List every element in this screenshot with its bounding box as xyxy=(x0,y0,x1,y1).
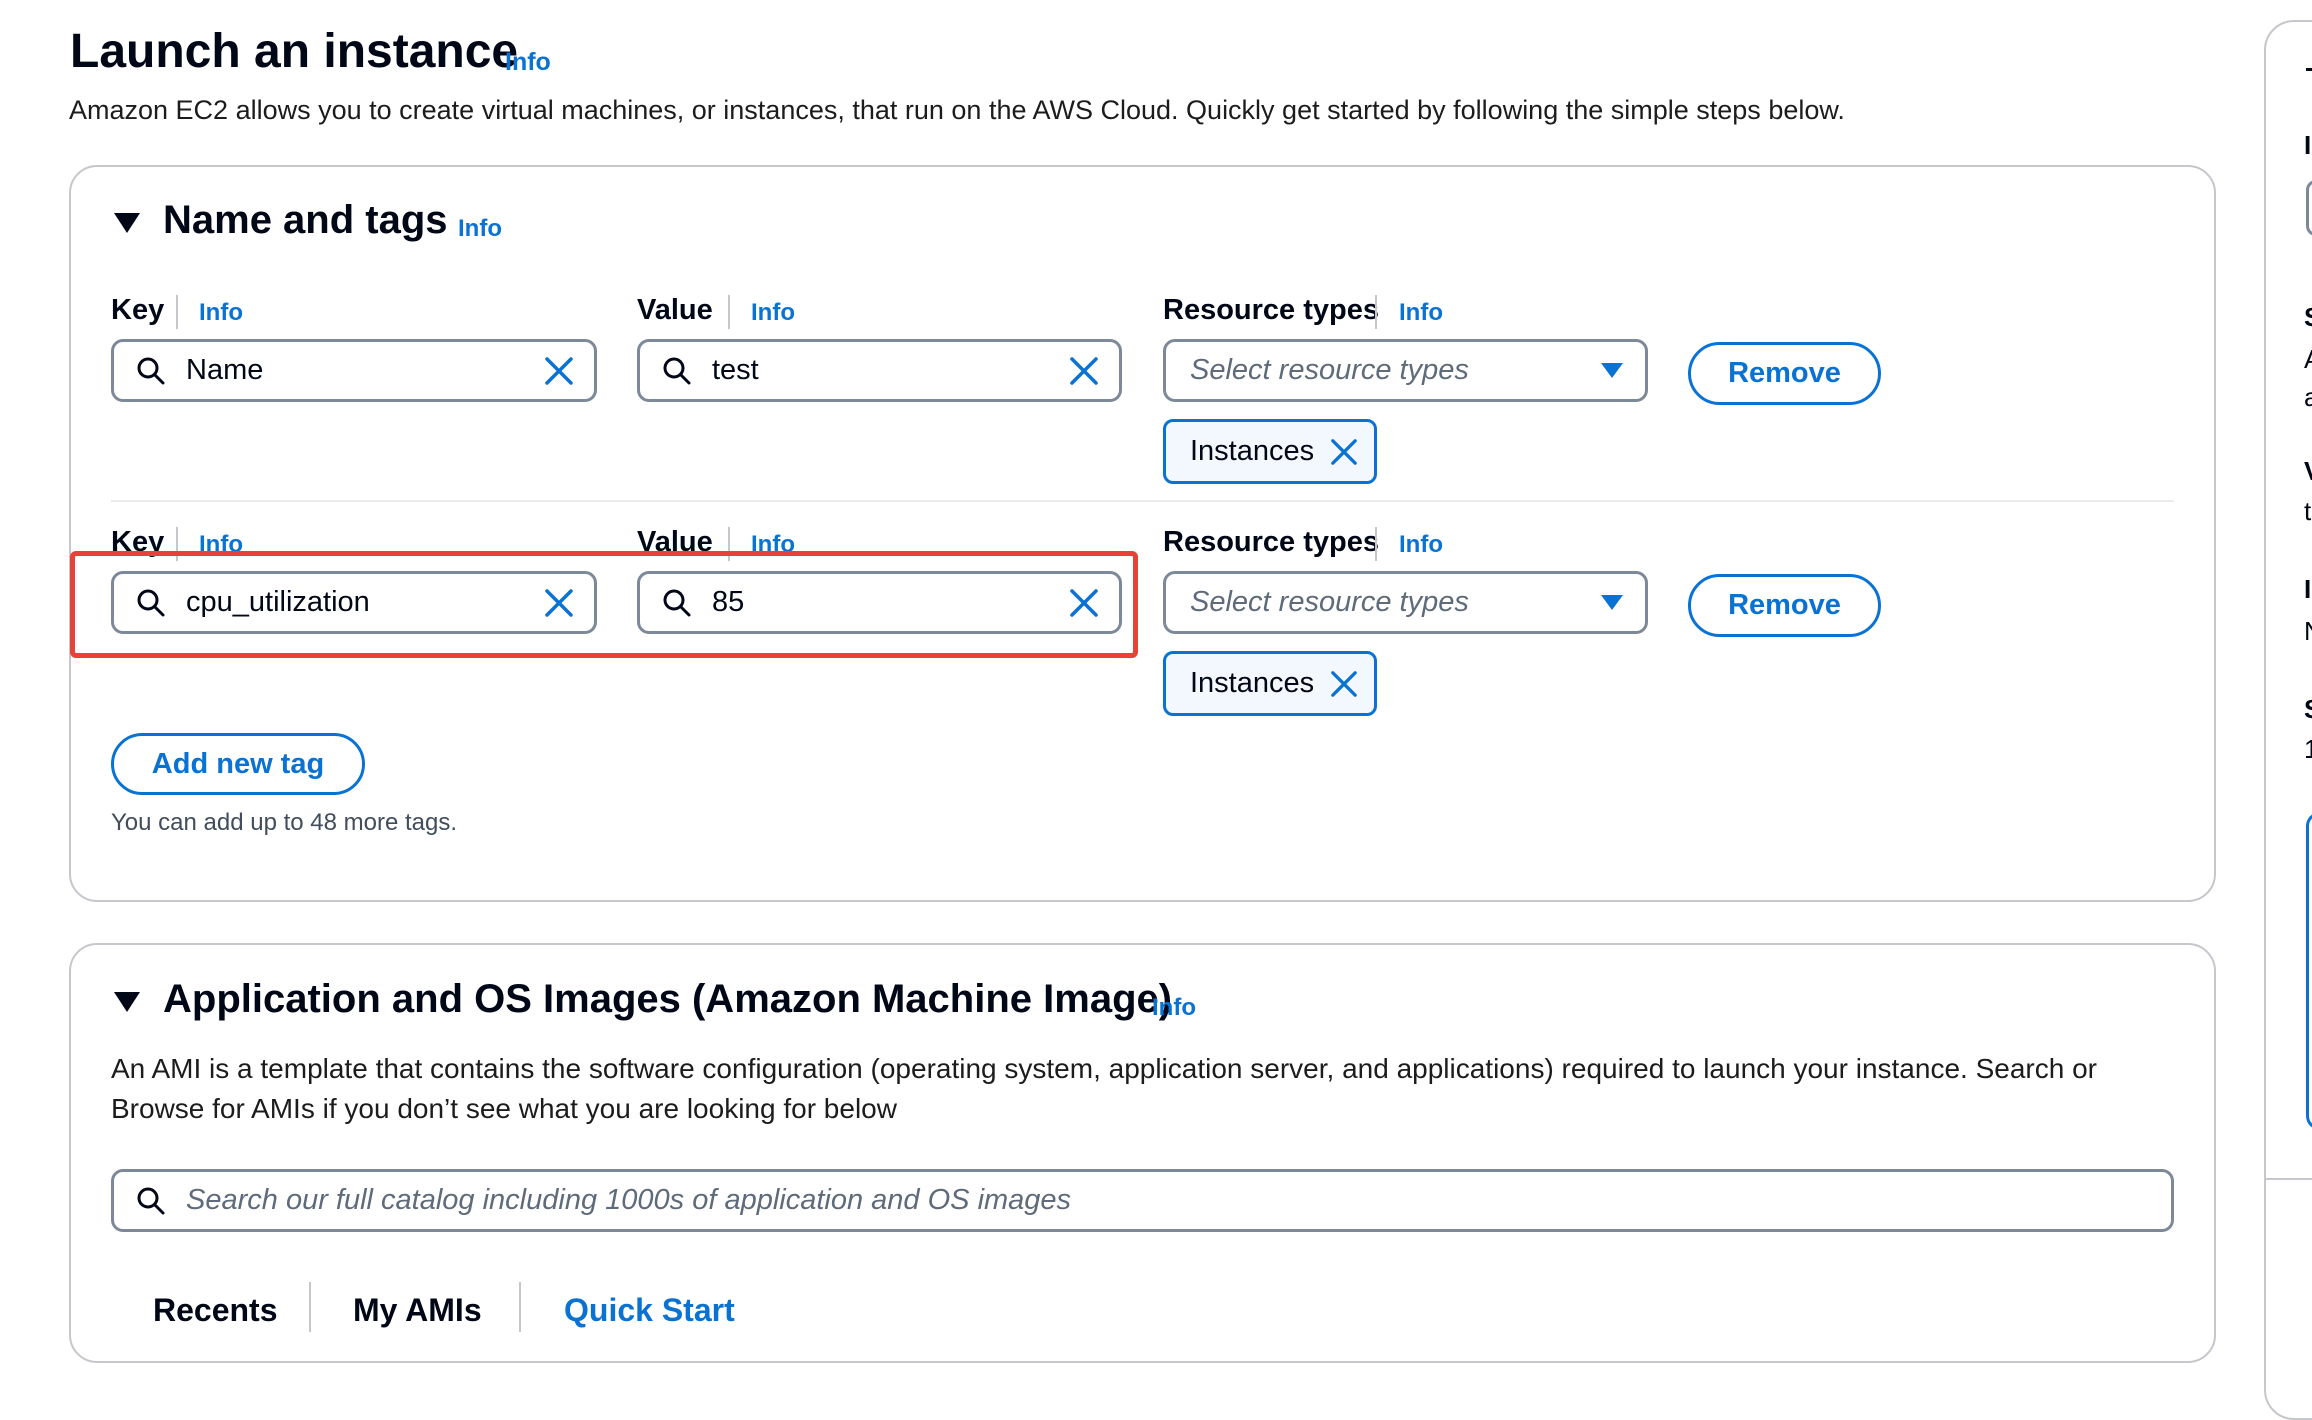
resource-token-label: Instances xyxy=(1190,435,1315,467)
side-panel-field[interactable] xyxy=(2306,180,2312,236)
side-panel-card xyxy=(2306,812,2312,1130)
name-and-tags-info-link[interactable]: Info xyxy=(458,215,502,243)
tag-value-value: test xyxy=(712,354,759,386)
search-icon xyxy=(136,356,166,386)
search-icon xyxy=(662,356,692,386)
label-divider xyxy=(176,295,178,329)
dismiss-icon[interactable] xyxy=(1330,670,1358,698)
dropdown-caret-icon xyxy=(1599,593,1625,613)
label-divider xyxy=(1375,527,1377,561)
value-info-link[interactable]: Info xyxy=(751,299,795,327)
side-panel-text: I xyxy=(2304,130,2312,160)
tab-recents[interactable]: Recents xyxy=(153,1292,278,1329)
key-info-link[interactable]: Info xyxy=(199,299,243,327)
dismiss-icon[interactable] xyxy=(1330,438,1358,466)
resource-types-placeholder: Select resource types xyxy=(1190,586,1469,618)
resource-types-info-link[interactable]: Info xyxy=(1399,531,1443,559)
page-description: Amazon EC2 allows you to create virtual … xyxy=(69,95,1845,125)
ami-search-input[interactable]: Search our full catalog including 1000s … xyxy=(111,1169,2174,1232)
side-panel-link[interactable]: V xyxy=(2304,456,2312,487)
clear-icon[interactable] xyxy=(544,356,574,386)
side-panel-link[interactable]: I xyxy=(2304,574,2311,605)
side-panel-text: A xyxy=(2304,344,2312,375)
side-panel-text: a xyxy=(2304,382,2312,412)
ami-heading: Application and OS Images (Amazon Machin… xyxy=(163,977,1173,1021)
tab-quick-start[interactable]: Quick Start xyxy=(564,1292,735,1329)
resource-token-label: Instances xyxy=(1190,667,1315,699)
clear-icon[interactable] xyxy=(1069,356,1099,386)
add-new-tag-button[interactable]: Add new tag xyxy=(111,733,365,795)
tag-key-value: Name xyxy=(186,354,264,386)
ami-search-placeholder: Search our full catalog including 1000s … xyxy=(186,1184,1072,1216)
side-panel-text: t xyxy=(2304,496,2312,526)
value-label: Value xyxy=(637,294,713,326)
side-panel-link[interactable]: S xyxy=(2304,302,2312,333)
tag-value-input[interactable]: test xyxy=(637,339,1122,402)
remove-tag-button[interactable]: Remove xyxy=(1688,574,1881,637)
key-label: Key xyxy=(111,294,165,326)
label-divider xyxy=(728,295,730,329)
highlight-box xyxy=(70,551,1138,658)
tag-limit-hint: You can add up to 48 more tags. xyxy=(111,809,458,836)
resource-token: Instances xyxy=(1163,419,1378,484)
name-and-tags-heading: Name and tags xyxy=(163,198,448,242)
side-panel-text: 1 xyxy=(2304,734,2312,764)
resource-types-label: Resource types xyxy=(1163,294,1379,326)
tag-key-input[interactable]: Name xyxy=(111,339,597,402)
tag-row-divider xyxy=(111,500,2174,502)
dropdown-caret-icon xyxy=(1599,361,1625,381)
ami-description: An AMI is a template that contains the s… xyxy=(111,1053,2097,1124)
collapse-caret-icon[interactable] xyxy=(114,992,140,1012)
side-panel-link[interactable]: S xyxy=(2304,694,2312,725)
resource-types-info-link[interactable]: Info xyxy=(1399,299,1443,327)
collapse-caret-icon[interactable] xyxy=(114,213,140,233)
side-panel-divider xyxy=(2266,1178,2312,1180)
ami-info-link[interactable]: Info xyxy=(1152,994,1196,1022)
search-icon xyxy=(136,1186,166,1216)
remove-tag-button[interactable]: Remove xyxy=(1688,342,1881,405)
tab-divider xyxy=(519,1282,521,1332)
name-and-tags-panel xyxy=(69,165,2216,902)
resource-types-label: Resource types xyxy=(1163,526,1379,558)
panel-edge-mark xyxy=(2306,68,2312,71)
resource-types-select[interactable]: Select resource types xyxy=(1163,571,1648,634)
page-title: Launch an instance xyxy=(70,25,519,78)
page-info-link[interactable]: Info xyxy=(505,48,551,77)
resource-types-placeholder: Select resource types xyxy=(1190,354,1469,386)
resource-types-select[interactable]: Select resource types xyxy=(1163,339,1648,402)
tab-my-amis[interactable]: My AMIs xyxy=(353,1292,482,1329)
resource-token: Instances xyxy=(1163,651,1378,716)
side-panel-text: N xyxy=(2304,616,2312,647)
label-divider xyxy=(1375,295,1377,329)
tab-divider xyxy=(309,1282,311,1332)
